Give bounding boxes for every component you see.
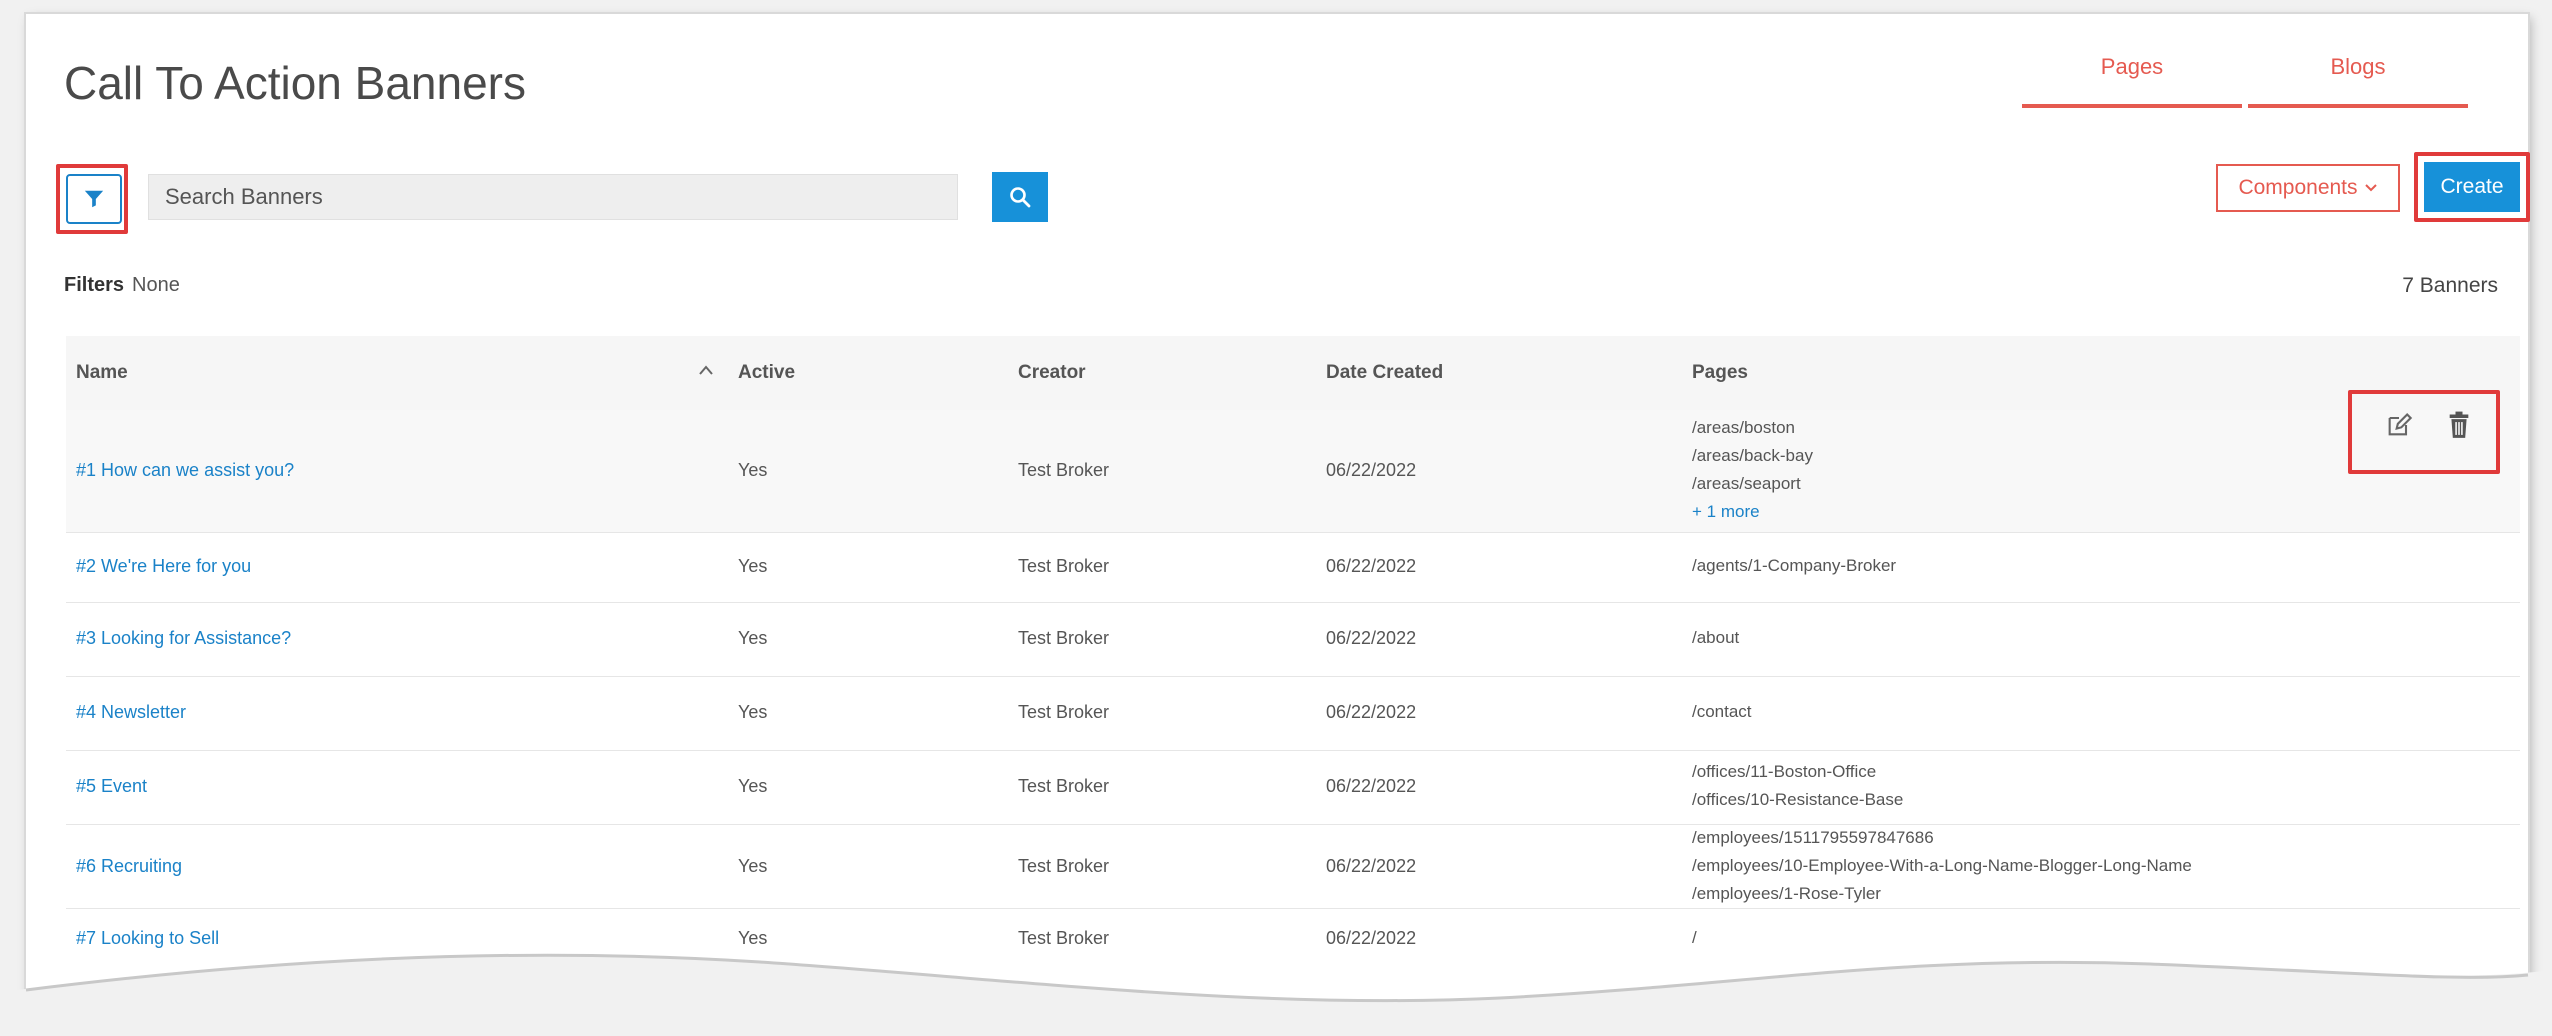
torn-edge-decoration — [0, 953, 2552, 1036]
